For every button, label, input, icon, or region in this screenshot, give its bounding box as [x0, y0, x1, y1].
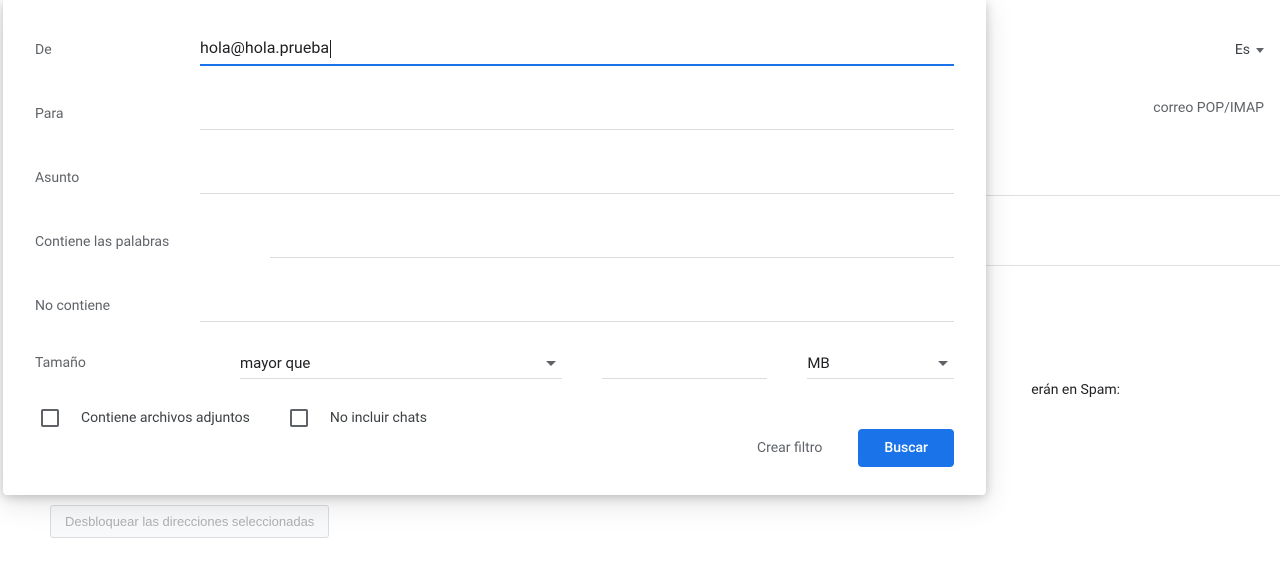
- has-attachments-checkbox[interactable]: Contiene archivos adjuntos: [41, 409, 250, 427]
- to-row: Para: [35, 94, 954, 130]
- exclude-chats-checkbox[interactable]: No incluir chats: [290, 409, 427, 427]
- from-input[interactable]: hola@hola.prueba: [200, 34, 954, 66]
- exclude-chats-label: No incluir chats: [330, 410, 427, 426]
- from-label: De: [35, 42, 200, 66]
- has-words-label: Contiene las palabras: [35, 234, 270, 258]
- has-words-row: Contiene las palabras: [35, 222, 954, 258]
- not-has-input[interactable]: [200, 292, 954, 322]
- divider: [980, 195, 1280, 196]
- not-has-label: No contiene: [35, 298, 200, 322]
- spam-text-fragment: erán en Spam:: [1031, 382, 1120, 398]
- pop-imap-tab-fragment: correo POP/IMAP: [1153, 100, 1264, 116]
- search-filter-dialog: De hola@hola.prueba Para Asunto Contiene…: [3, 0, 986, 495]
- size-unit-select[interactable]: MB: [807, 350, 954, 379]
- has-attachments-label: Contiene archivos adjuntos: [81, 410, 250, 426]
- chevron-down-icon: [938, 361, 948, 366]
- language-selector[interactable]: Es: [1235, 42, 1264, 58]
- text-caret-icon: [330, 40, 331, 58]
- subject-input[interactable]: [200, 164, 954, 194]
- not-has-row: No contiene: [35, 286, 954, 322]
- chevron-down-icon: [546, 361, 556, 366]
- options-row: Contiene archivos adjuntos No incluir ch…: [35, 409, 954, 427]
- size-label: Tamaño: [35, 355, 200, 379]
- size-unit-value: MB: [807, 354, 829, 372]
- dialog-actions: Crear filtro Buscar: [753, 429, 954, 467]
- divider: [980, 265, 1280, 266]
- search-button[interactable]: Buscar: [858, 429, 954, 467]
- from-row: De hola@hola.prueba: [35, 30, 954, 66]
- language-label: Es: [1235, 42, 1250, 58]
- to-label: Para: [35, 106, 200, 130]
- unblock-addresses-button[interactable]: Desbloquear las direcciones seleccionada…: [50, 505, 329, 538]
- chevron-down-icon: [1256, 48, 1264, 53]
- checkbox-icon: [290, 409, 308, 427]
- from-input-value: hola@hola.prueba: [200, 38, 329, 57]
- size-operator-select[interactable]: mayor que: [240, 350, 562, 379]
- subject-label: Asunto: [35, 170, 200, 194]
- subject-row: Asunto: [35, 158, 954, 194]
- checkbox-icon: [41, 409, 59, 427]
- size-row: Tamaño mayor que MB: [35, 350, 954, 379]
- has-words-input[interactable]: [270, 228, 954, 258]
- size-amount-input[interactable]: [602, 368, 768, 379]
- size-operator-value: mayor que: [240, 354, 310, 372]
- to-input[interactable]: [200, 100, 954, 130]
- create-filter-button[interactable]: Crear filtro: [753, 432, 826, 464]
